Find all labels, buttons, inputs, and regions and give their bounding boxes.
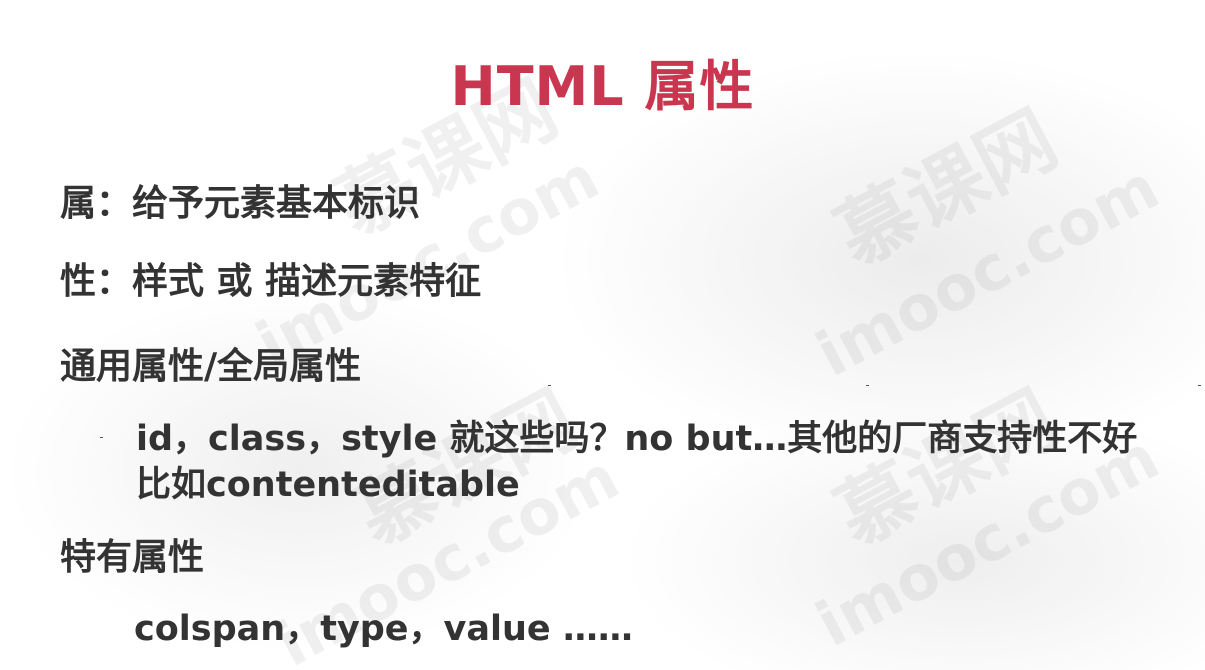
watermark-logo-text: 慕课网	[822, 94, 1072, 284]
slide-title: HTML 属性	[450, 55, 755, 118]
artifact-dot	[866, 385, 869, 386]
common-attributes-example: 比如contenteditable	[136, 465, 520, 505]
specific-attributes-list: colspan，type，value ……	[134, 609, 633, 649]
common-attributes-list: id，class，style 就这些吗？no but…其他的厂商支持性不好	[136, 419, 1138, 459]
artifact-dot	[548, 385, 551, 386]
slide: 慕课网 imooc.com 慕课网 imooc.com 慕课网 imooc.co…	[0, 0, 1205, 670]
artifact-dot	[1198, 385, 1201, 386]
artifact-dot	[100, 437, 103, 438]
watermark-logo-text: 慕课网	[822, 374, 1072, 564]
attr-definition: 属：给予元素基本标识	[60, 183, 421, 224]
watermark-domain: imooc.com	[804, 150, 1171, 391]
common-attributes-heading: 通用属性/全局属性	[60, 346, 362, 387]
specific-attributes-heading: 特有属性	[60, 537, 205, 578]
property-definition: 性：样式 或 描述元素特征	[60, 261, 482, 302]
